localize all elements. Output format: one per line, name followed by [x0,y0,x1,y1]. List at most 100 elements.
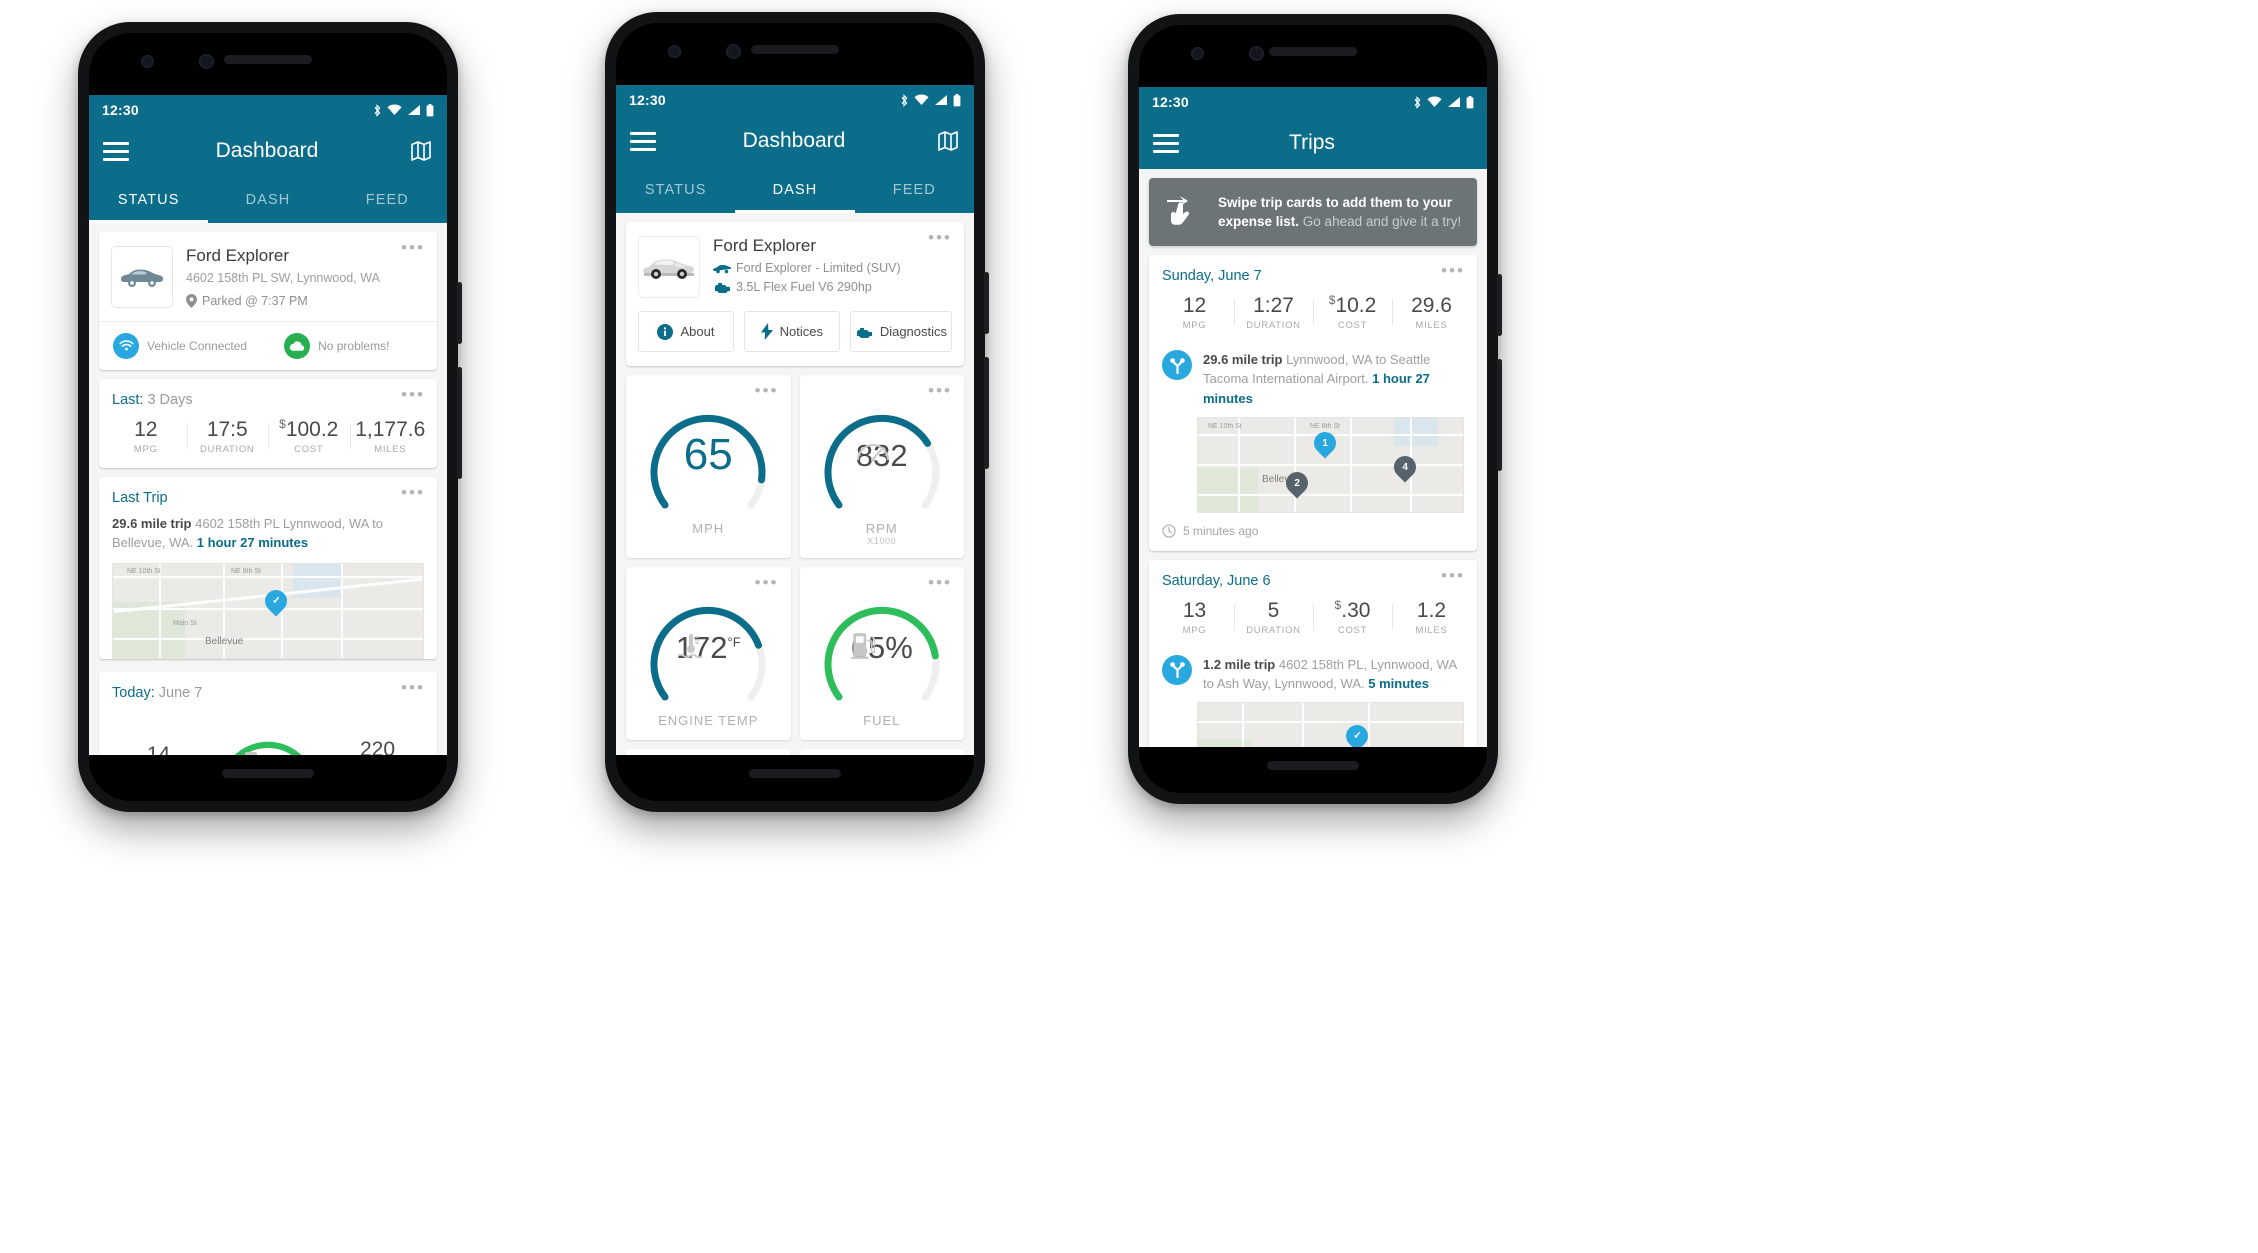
parked-text: Parked @ 7:37 PM [202,294,308,309]
overflow-menu-icon[interactable]: ••• [401,239,425,256]
status-time: 12:30 [102,102,139,118]
tab-status[interactable]: STATUS [89,177,209,223]
stat-miles: 1,177.6 MILES [349,418,432,456]
vehicle-info: Ford Explorer 4602 158th PL SW, Lynnwood… [186,246,380,309]
status-content: ••• Ford Explorer 4602 158th PL SW, Lynn… [89,223,447,755]
car-photo-icon [643,259,694,279]
rpm-sublabel: X1000 [867,536,897,546]
vehicle-engine: 3.5L Flex Fuel V6 290hp [713,280,901,294]
trip-day-card-saturday[interactable]: ••• Saturday, June 6 13 MPG 5 DURATION $… [1149,559,1477,747]
speaker-grille [749,769,841,778]
tab-bar: STATUS DASH FEED [616,167,974,213]
map-road [1350,417,1352,512]
tab-status[interactable]: STATUS [616,167,735,213]
overflow-menu-icon[interactable]: ••• [401,679,425,696]
tab-dash[interactable]: DASH [208,177,327,223]
map-icon[interactable] [932,129,960,153]
about-button[interactable]: About [638,311,734,352]
overflow-menu-icon[interactable]: ••• [1441,567,1465,584]
today-mpg-value: 14 [146,743,171,755]
map-road [159,563,161,658]
trip-entry[interactable]: 29.6 mile trip Lynnwood, WA to Seattle T… [1149,344,1477,417]
phone-chin [1139,747,1487,793]
map-road [1302,703,1304,747]
trip-day-title: Saturday, June 6 [1162,572,1271,589]
overflow-menu-icon[interactable]: ••• [401,386,425,403]
currency-symbol: $ [279,417,286,432]
trip-description: 1.2 mile trip 4602 158th PL, Lynnwood, W… [1203,655,1464,693]
overflow-menu-icon[interactable]: ••• [928,229,952,246]
engine-temp-gauge: 172°F [633,583,783,711]
map-icon[interactable] [405,139,433,163]
today-card[interactable]: ••• Today: June 7 14 MPG [99,671,437,755]
tab-dash[interactable]: DASH [735,167,855,213]
last-trip-title: Last Trip [112,490,168,507]
trips-content: Swipe trip cards to add them to your exp… [1139,169,1487,747]
vehicle-trim: Ford Explorer - Limited (SUV) [713,261,901,275]
about-label: About [680,324,715,339]
gauge-card-engine-temp[interactable]: ••• 172°F ENGINE TEMP [626,567,791,740]
phone-center: 12:30 Dashboard STATUS DASH FEED ••• For… [605,12,989,812]
map-road [1198,721,1463,724]
hamburger-menu-icon[interactable] [103,141,129,161]
phone-left: 12:30 Dashboard STATUS DASH FEED ••• For… [78,22,462,812]
trip-day-title: Sunday, June 7 [1162,268,1262,284]
status-icons [1413,95,1474,109]
rpm-label: RPM [865,521,898,536]
stat-value: 1,177.6 [355,418,426,442]
engine-temp-unit: °F [727,634,741,650]
vehicle-actions: About Notices Diagnostics [626,311,964,366]
trip-map[interactable]: ✓ [1197,702,1464,747]
overflow-menu-icon[interactable]: ••• [401,484,425,501]
stat-value: 1:27 [1253,294,1294,317]
last-trip-card[interactable]: ••• Last Trip 29.6 mile trip 4602 158th … [99,477,437,659]
trip-duration: 5 minutes [1368,676,1429,692]
trip-duration: 1 hour 27 minutes [196,535,309,551]
trip-day-stats: 13 MPG 5 DURATION $.30 COST 1.2 MILES [1149,593,1477,649]
map-pin[interactable]: ✓ [260,585,292,617]
fuel-pump-icon [244,752,263,755]
gauge-grid: ••• 65 MPH ••• 832 RPM X1000 ••• 172°F E… [616,375,974,755]
trip-map[interactable]: NE 10th St NE 8th St Bellevue 1 4 2 [1197,416,1464,513]
status-bar: 12:30 [89,95,447,125]
status-icons [900,93,961,107]
vehicle-card[interactable]: ••• Ford Explorer Ford Explorer - Limite… [626,222,964,366]
engine-icon [715,283,730,293]
stat-label: DURATION [1246,320,1301,332]
last-period-card[interactable]: ••• Last: 3 Days 12 MPG 17:5 DURATION $1… [99,379,437,469]
trip-entry[interactable]: 1.2 mile trip 4602 158th PL, Lynnwood, W… [1149,649,1477,702]
gauge-card-fuel[interactable]: ••• 65% FUEL [799,567,964,740]
phone-notch [616,23,974,85]
map-pin-1[interactable]: 1 [1309,427,1341,459]
trip-day-card-sunday[interactable]: ••• Sunday, June 7 12 MPG 1:27 DURATION … [1149,255,1477,551]
camera-icon [1191,47,1204,60]
hamburger-menu-icon[interactable] [1153,133,1179,153]
tab-feed[interactable]: FEED [328,177,447,223]
stat-label: MILES [374,444,407,456]
stat-label: DURATION [199,444,255,456]
vehicle-card[interactable]: ••• Ford Explorer 4602 158th PL SW, Lynn… [99,232,437,371]
overflow-menu-icon[interactable]: ••• [1441,262,1465,279]
battery-icon [1466,95,1474,108]
stat-label: DURATION [1246,624,1301,636]
notices-button[interactable]: Notices [743,311,840,352]
diagnostics-button[interactable]: Diagnostics [849,311,953,352]
hamburger-menu-icon[interactable] [630,131,656,151]
pin-check-icon: ✓ [271,595,281,607]
vehicle-row: Ford Explorer 4602 158th PL SW, Lynnwood… [99,232,437,321]
stat-label: COST [1337,320,1368,332]
last-period-stats: 12 MPG 17:5 DURATION $100.2 COST 1,177.6… [99,412,437,468]
map-street-label: NE 8th St [1310,422,1340,430]
cloud-icon [284,333,311,360]
stat-duration: 5 DURATION [1234,599,1313,636]
trip-map[interactable]: NE 10th St NE 8th St Main St Bellevue ✓ [112,562,424,659]
trip-description: 29.6 mile trip Lynnwood, WA to Seattle T… [1203,350,1464,408]
stat-mpg: 12 MPG [1155,294,1234,331]
engine-temp-label: ENGINE TEMP [658,713,759,728]
trip-distance: 29.6 mile trip [112,516,192,532]
tab-feed[interactable]: FEED [855,167,974,213]
gauge-card-rpm[interactable]: ••• 832 RPM X1000 [799,375,964,558]
gauge-card-mph[interactable]: ••• 65 MPH [626,375,791,558]
map-pin-4[interactable]: 4 [1389,451,1421,483]
swipe-hint-banner[interactable]: Swipe trip cards to add them to your exp… [1149,178,1477,246]
